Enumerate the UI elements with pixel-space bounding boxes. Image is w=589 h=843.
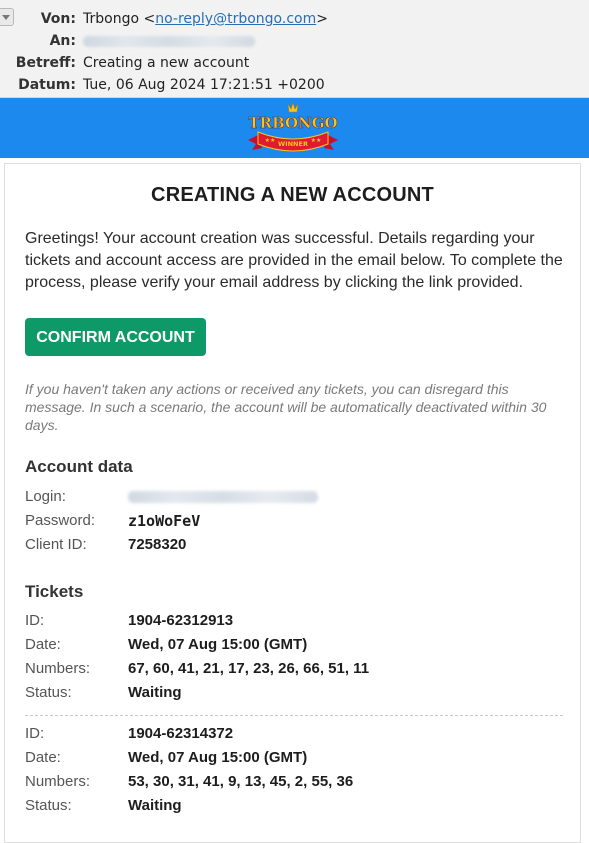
password-label: Password: bbox=[25, 512, 96, 529]
account-data-heading: Account data bbox=[25, 457, 133, 476]
ticket-date-label: Date: bbox=[25, 749, 61, 766]
sender-email-link[interactable]: no-reply@trbongo.com bbox=[155, 11, 316, 27]
client-id-value: 7258320 bbox=[128, 536, 187, 553]
trbongo-logo: TRBONGO WINNER ★★ ★★ bbox=[248, 102, 338, 152]
ticket-status-value: Waiting bbox=[128, 797, 182, 814]
from-label: Von: bbox=[40, 11, 76, 27]
ticket-numbers-row: Numbers: 53, 30, 31, 41, 9, 13, 45, 2, 5… bbox=[25, 770, 565, 794]
subject-row: Betreff: Creating a new account bbox=[0, 52, 589, 74]
to-row: An: bbox=[0, 30, 589, 52]
ticket-status-row: Status: Waiting bbox=[25, 794, 565, 818]
ticket-date-value: Wed, 07 Aug 15:00 (GMT) bbox=[128, 636, 308, 653]
angle-close: > bbox=[316, 11, 328, 27]
ticket-status-row: Status: Waiting bbox=[25, 681, 565, 705]
ticket-id-label: ID: bbox=[25, 612, 45, 629]
ticket-date-value: Wed, 07 Aug 15:00 (GMT) bbox=[128, 749, 308, 766]
ticket-numbers-label: Numbers: bbox=[25, 773, 91, 790]
ticket-status-value: Waiting bbox=[128, 684, 182, 701]
ticket-status-label: Status: bbox=[25, 684, 72, 701]
disclaimer-text: If you haven't taken any actions or rece… bbox=[25, 381, 547, 433]
from-row: Von: Trbongo <no-reply@trbongo.com> bbox=[0, 8, 589, 30]
subject-label: Betreff: bbox=[15, 55, 76, 71]
ticket-date-row: Date: Wed, 07 Aug 15:00 (GMT) bbox=[25, 746, 565, 770]
ticket-numbers-value: 67, 60, 41, 21, 17, 23, 26, 66, 51, 11 bbox=[128, 660, 370, 677]
email-body-card: CREATING A NEW ACCOUNT Greetings! Your a… bbox=[4, 163, 581, 843]
date-value: Tue, 06 Aug 2024 17:21:51 +0200 bbox=[83, 77, 325, 93]
client-id-label: Client ID: bbox=[25, 536, 87, 553]
login-label: Login: bbox=[25, 488, 66, 505]
subject-value: Creating a new account bbox=[83, 55, 250, 71]
ticket-date-row: Date: Wed, 07 Aug 15:00 (GMT) bbox=[25, 633, 565, 657]
mail-header: Von: Trbongo <no-reply@trbongo.com> An: … bbox=[0, 0, 589, 98]
intro-paragraph: Greetings! Your account creation was suc… bbox=[25, 230, 563, 291]
login-value-redacted bbox=[128, 485, 318, 509]
ticket-id-label: ID: bbox=[25, 725, 45, 742]
recipient-redacted bbox=[83, 30, 255, 52]
date-label: Datum: bbox=[18, 77, 76, 93]
date-row: Datum: Tue, 06 Aug 2024 17:21:51 +0200 bbox=[0, 74, 589, 96]
password-value: z1oWoFeV bbox=[128, 512, 201, 530]
ticket-id-value: 1904-62314372 bbox=[128, 725, 234, 742]
ticket-numbers-row: Numbers: 67, 60, 41, 21, 17, 23, 26, 66,… bbox=[25, 657, 565, 681]
sender-name: Trbongo bbox=[83, 11, 140, 27]
to-label: An: bbox=[49, 33, 76, 49]
logo-ribbon-text: WINNER bbox=[278, 140, 308, 148]
ticket-numbers-value: 53, 30, 31, 41, 9, 13, 45, 2, 55, 36 bbox=[128, 773, 354, 790]
logo-wordmark: TRBONGO bbox=[248, 114, 337, 132]
account-client-id-row: Client ID: 7258320 bbox=[25, 533, 565, 557]
tickets-heading: Tickets bbox=[25, 582, 84, 601]
ticket-id-row: ID: 1904-62314372 bbox=[25, 722, 565, 746]
ticket-date-label: Date: bbox=[25, 636, 61, 653]
ticket-divider bbox=[25, 715, 563, 716]
from-value: Trbongo <no-reply@trbongo.com> bbox=[83, 8, 328, 30]
ticket-id-row: ID: 1904-62312913 bbox=[25, 609, 565, 633]
email-title: CREATING A NEW ACCOUNT bbox=[151, 184, 434, 206]
ticket-numbers-label: Numbers: bbox=[25, 660, 91, 677]
ticket-id-value: 1904-62312913 bbox=[128, 612, 234, 629]
angle-open: < bbox=[143, 11, 156, 27]
redacted-login-blur bbox=[128, 491, 318, 504]
account-password-row: Password: z1oWoFeV bbox=[25, 509, 565, 533]
svg-text:★★: ★★ bbox=[265, 137, 276, 144]
ticket-status-label: Status: bbox=[25, 797, 72, 814]
account-login-row: Login: bbox=[25, 485, 565, 509]
redacted-recipient-blur bbox=[83, 35, 255, 47]
confirm-account-button[interactable]: CONFIRM ACCOUNT bbox=[25, 318, 206, 356]
svg-text:★★: ★★ bbox=[311, 137, 322, 144]
brand-banner: TRBONGO WINNER ★★ ★★ bbox=[0, 98, 589, 158]
